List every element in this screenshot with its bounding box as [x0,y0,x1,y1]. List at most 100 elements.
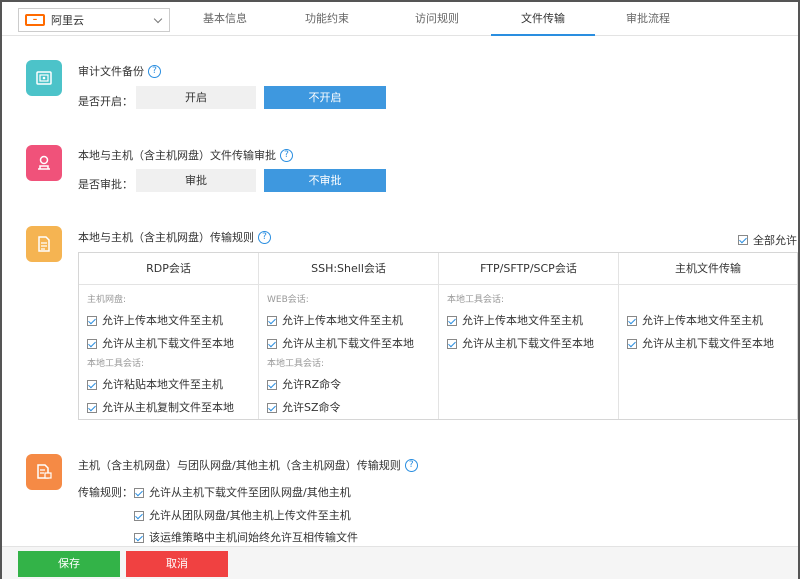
rdp-column: RDP会话 主机网盘: 允许上传本地文件至主机 允许从主机下载文件至本地 本地工… [79,253,259,419]
checkbox-checked-icon[interactable] [87,339,97,349]
tab-function-constraints[interactable]: 功能约束 [282,2,372,36]
checkbox-checked-icon[interactable] [447,339,457,349]
rule-checkbox[interactable]: 允许从主机下载文件至本地 [267,332,438,355]
rules-title: 本地与主机（含主机网盘）传输规则 ? [78,229,271,245]
audit-backup-title-text: 审计文件备份 [78,65,144,78]
disable-button[interactable]: 不开启 [264,86,386,109]
rule-checkbox[interactable]: 允许从主机下载文件至本地 [627,332,797,355]
transfer-rule-checkbox[interactable]: 该运维策略中主机间始终允许互相传输文件 [134,529,358,545]
checkbox-checked-icon[interactable] [738,235,748,245]
aliyun-logo-icon: – [25,14,45,26]
rule-label: 允许从主机下载文件至本地 [462,337,594,350]
help-icon[interactable]: ? [280,148,293,162]
audit-backup-title: 审计文件备份 ? [78,63,161,79]
rule-checkbox[interactable]: 允许从主机复制文件至本地 [87,396,258,419]
transfer-rule-checkbox[interactable]: 允许从团队网盘/其他主机上传文件至主机 [134,507,351,523]
transfer-rule-text: 允许从主机下载文件至团队网盘/其他主机 [149,486,351,499]
help-icon[interactable]: ? [404,458,418,472]
transfer-rule-label: 传输规则： [78,486,133,499]
rules-title-text: 本地与主机（含主机网盘）传输规则 [78,231,254,244]
checkbox-checked-icon[interactable] [267,380,277,390]
checkbox-checked-icon[interactable] [134,511,144,521]
transfer-rule-checkbox[interactable]: 允许从主机下载文件至团队网盘/其他主机 [134,484,351,500]
checkbox-checked-icon[interactable] [87,403,97,413]
team-transfer-title: 主机（含主机网盘）与团队网盘/其他主机（含主机网盘）传输规则 ? [78,457,418,473]
cloud-selector-label: 阿里云 [51,14,84,27]
rule-checkbox[interactable]: 允许从主机下载文件至本地 [87,332,258,355]
team-transfer-title-text: 主机（含主机网盘）与团队网盘/其他主机（含主机网盘）传输规则 [78,459,401,472]
cancel-button[interactable]: 取消 [126,551,228,577]
rule-label: 允许从主机下载文件至本地 [282,337,414,350]
host-transfer-column: 主机文件传输 允许上传本地文件至主机 允许从主机下载文件至本地 [619,253,797,419]
rules-table: RDP会话 主机网盘: 允许上传本地文件至主机 允许从主机下载文件至本地 本地工… [78,252,798,420]
tab-basic-info[interactable]: 基本信息 [190,2,260,36]
rule-label: 允许粘贴本地文件至主机 [102,378,223,391]
checkbox-checked-icon[interactable] [627,316,637,326]
ssh-column-head: SSH:Shell会话 [259,253,438,285]
transfer-rule-text: 允许从团队网盘/其他主机上传文件至主机 [149,509,351,522]
tab-file-transfer[interactable]: 文件传输 [491,2,595,36]
checkbox-checked-icon[interactable] [267,316,277,326]
rule-label: 允许上传本地文件至主机 [102,314,223,327]
transfer-rule-row: 传输规则： [78,484,133,500]
approve-button[interactable]: 审批 [136,169,256,192]
rule-checkbox[interactable]: 允许上传本地文件至主机 [267,309,438,332]
rule-checkbox[interactable]: 允许RZ命令 [267,373,438,396]
checkbox-checked-icon[interactable] [267,339,277,349]
group-label: 主机网盘: [87,295,127,305]
rule-label: 允许上传本地文件至主机 [642,314,763,327]
approval-title-text: 本地与主机（含主机网盘）文件传输审批 [78,149,276,162]
rule-label: 允许上传本地文件至主机 [462,314,583,327]
help-icon[interactable]: ? [258,230,271,244]
checkbox-checked-icon[interactable] [87,380,97,390]
checkbox-checked-icon[interactable] [267,403,277,413]
ssh-column: SSH:Shell会话 WEB会话: 允许上传本地文件至主机 允许从主机下载文件… [259,253,439,419]
approval-title: 本地与主机（含主机网盘）文件传输审批 ? [78,147,293,163]
host-transfer-column-head: 主机文件传输 [619,253,797,285]
rule-label: 允许上传本地文件至主机 [282,314,403,327]
approval-stamp-icon [26,145,62,181]
group-label: 本地工具会话: [267,359,325,369]
rule-checkbox[interactable]: 允许粘贴本地文件至主机 [87,373,258,396]
chevron-down-icon [153,14,163,24]
help-icon[interactable]: ? [148,64,161,78]
tab-approval-flow[interactable]: 审批流程 [602,2,694,36]
group-label: WEB会话: [267,295,309,305]
checkbox-checked-icon[interactable] [134,533,144,543]
checkbox-checked-icon[interactable] [87,316,97,326]
enable-button[interactable]: 开启 [136,86,256,109]
rdp-column-head: RDP会话 [79,253,258,285]
window-frame: – 阿里云 基本信息 功能约束 访问规则 文件传输 审批流程 审计文件备份 ? … [0,0,800,579]
tab-header: – 阿里云 基本信息 功能约束 访问规则 文件传输 审批流程 [2,2,798,36]
rule-label: 允许从主机下载文件至本地 [102,337,234,350]
allow-all-checkbox[interactable]: 全部允许 [738,232,797,248]
rule-checkbox[interactable]: 允许上传本地文件至主机 [447,309,618,332]
checkbox-checked-icon[interactable] [447,316,457,326]
ftp-column-head: FTP/SFTP/SCP会话 [439,253,618,285]
save-button[interactable]: 保存 [18,551,120,577]
group-label [627,291,797,309]
approval-enable-label: 是否审批： [78,178,133,191]
rule-label: 允许从主机复制文件至本地 [102,401,234,414]
audit-enable-label: 是否开启： [78,95,133,108]
no-approve-button[interactable]: 不审批 [264,169,386,192]
checkbox-checked-icon[interactable] [627,339,637,349]
rule-label: 允许RZ命令 [282,378,342,391]
rule-checkbox[interactable]: 允许从主机下载文件至本地 [447,332,618,355]
ftp-column: FTP/SFTP/SCP会话 本地工具会话: 允许上传本地文件至主机 允许从主机… [439,253,619,419]
audit-backup-icon [26,60,62,96]
team-transfer-icon [26,454,62,490]
rule-checkbox[interactable]: 允许SZ命令 [267,396,438,419]
transfer-rules-icon [26,226,62,262]
group-label: 本地工具会话: [447,295,505,305]
cloud-selector[interactable]: – 阿里云 [18,8,170,32]
rule-checkbox[interactable]: 允许上传本地文件至主机 [627,309,797,332]
tab-access-rules[interactable]: 访问规则 [392,2,482,36]
footer-bar: 保存 取消 [2,546,798,579]
allow-all-label: 全部允许 [753,234,797,247]
checkbox-checked-icon[interactable] [134,488,144,498]
group-label: 本地工具会话: [87,359,145,369]
transfer-rule-text: 该运维策略中主机间始终允许互相传输文件 [149,531,358,544]
rule-checkbox[interactable]: 允许上传本地文件至主机 [87,309,258,332]
rule-label: 允许SZ命令 [282,401,341,414]
